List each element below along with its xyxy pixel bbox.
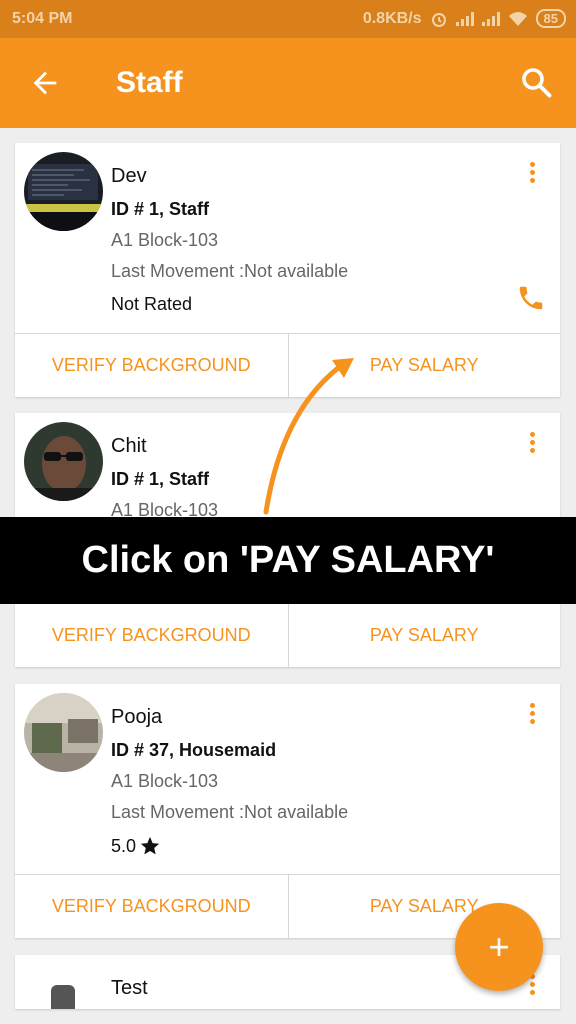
add-staff-button[interactable]: + bbox=[455, 903, 543, 991]
tutorial-banner: Click on 'PAY SALARY' bbox=[0, 517, 576, 604]
plus-icon: + bbox=[488, 926, 510, 967]
tutorial-arrow-icon bbox=[263, 358, 354, 515]
